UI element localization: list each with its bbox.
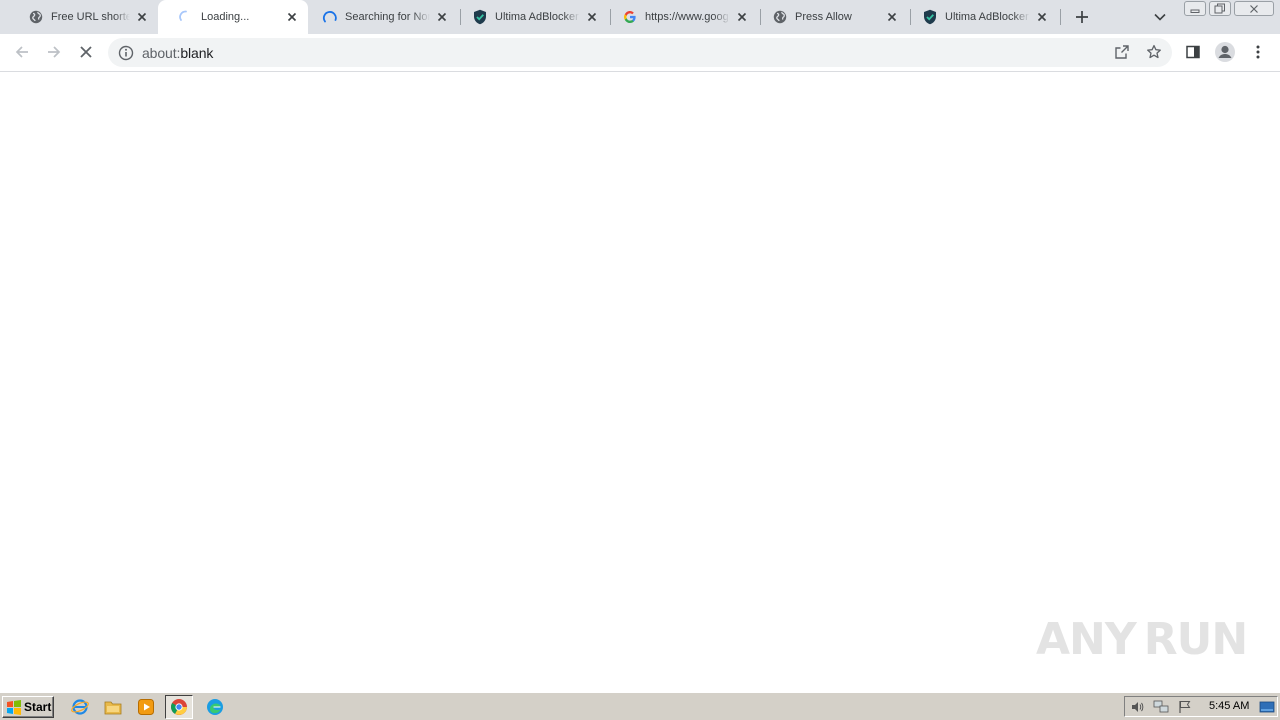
close-icon[interactable] [284,9,300,25]
close-icon[interactable] [1034,9,1050,25]
tab-separator [460,9,461,25]
internet-explorer-icon[interactable] [70,697,90,717]
page-content [0,72,1280,692]
network-icon[interactable] [1153,699,1169,715]
tab-loading[interactable]: Loading... [158,0,308,34]
share-icon [1115,45,1129,59]
minimize-button[interactable] [1184,1,1206,16]
url-path: blank [180,45,214,61]
tab-separator [760,9,761,25]
browser-toolbar: about:blank [0,34,1280,72]
chrome-taskbar-button[interactable] [165,695,193,719]
star-icon [1147,44,1161,59]
plus-icon [1076,11,1088,23]
tab-separator [610,9,611,25]
chevron-down-icon [1154,13,1166,21]
clock: 5:45 AM [1209,700,1250,712]
tab-title: Searching for Normal [345,11,430,23]
anyrun-watermark: ANY RUN [1036,608,1248,670]
avatar-icon [1215,42,1235,62]
volume-icon[interactable] [1129,699,1145,715]
flag-icon[interactable] [1177,699,1193,715]
address-bar[interactable]: about:blank [108,38,1172,67]
stop-x-icon [80,46,92,58]
tab-free-url-shortener[interactable]: Free URL shortener [8,0,158,34]
watermark-text-left: ANY [1036,613,1137,665]
share-button[interactable] [1110,40,1134,64]
tab-separator [910,9,911,25]
new-tab-button[interactable] [1072,7,1092,27]
file-explorer-icon[interactable] [103,697,123,717]
taskbar: Start 5:45 AM [0,692,1280,720]
edge-icon[interactable] [205,697,225,717]
tab-ultima-adblocker-2[interactable]: Ultima AdBlocker - [908,0,1058,34]
start-label: Start [24,700,52,714]
close-window-button[interactable] [1234,1,1274,16]
url-text[interactable]: about:blank [142,45,213,61]
system-tray: 5:45 AM [1124,696,1278,717]
side-panel-button[interactable] [1181,40,1205,64]
tab-searching[interactable]: Searching for Normal [308,0,458,34]
watermark-text-right: RUN [1143,613,1248,665]
loading-spinner-icon [322,9,338,25]
arrow-left-icon [15,46,28,58]
stop-loading-button[interactable] [74,40,98,64]
back-button[interactable] [10,40,34,64]
close-icon[interactable] [734,9,750,25]
profile-button[interactable] [1213,40,1237,64]
restore-icon [1214,3,1225,14]
tab-title: Ultima AdBlocker - [945,11,1030,23]
arrow-right-icon [48,46,61,58]
kebab-menu-icon [1256,45,1260,59]
media-player-icon[interactable] [136,697,156,717]
shield-check-icon [472,9,488,25]
menu-button[interactable] [1246,40,1270,64]
tab-title: Ultima AdBlocker - [495,11,580,23]
forward-button[interactable] [42,40,66,64]
start-button[interactable]: Start [2,696,54,718]
tab-title: https://www.google [645,11,730,23]
info-icon[interactable] [118,45,134,61]
close-icon[interactable] [884,9,900,25]
restore-button[interactable] [1209,1,1231,16]
close-icon[interactable] [584,9,600,25]
globe-icon [772,9,788,25]
minimize-icon [1190,9,1200,13]
tab-title: Free URL shortener [51,11,130,23]
close-icon[interactable] [434,9,450,25]
close-icon[interactable] [134,9,150,25]
tab-ultima-adblocker[interactable]: Ultima AdBlocker - [458,0,608,34]
tab-title: Loading... [201,11,250,23]
tab-title: Press Allow [795,11,852,23]
tab-press-allow[interactable]: Press Allow [758,0,908,34]
url-scheme: about: [142,45,181,61]
loading-spinner-icon [178,9,194,25]
shield-check-icon [922,9,938,25]
tab-google[interactable]: https://www.google [608,0,758,34]
tab-search-button[interactable] [1151,8,1169,26]
chrome-icon [171,699,187,715]
show-desktop-icon[interactable] [1259,699,1275,715]
side-panel-icon [1186,45,1200,59]
tab-strip: Free URL shortener Loading... Searching … [0,0,1280,34]
globe-icon [28,9,44,25]
windows-logo-icon [7,700,21,715]
bookmark-button[interactable] [1142,40,1166,64]
google-g-icon [622,9,638,25]
tab-separator [1060,9,1061,25]
close-icon [1250,4,1258,13]
